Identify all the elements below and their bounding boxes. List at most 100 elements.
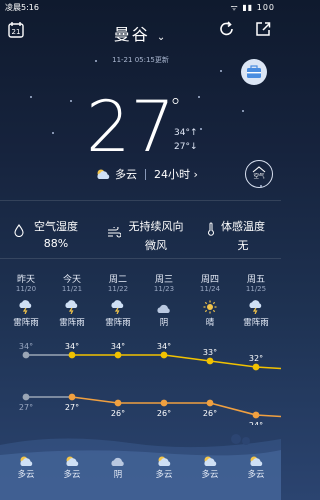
forecast-weather: 雷阵雨 <box>243 318 269 328</box>
high-temp-label: 34° <box>65 342 79 351</box>
travel-tips-button[interactable] <box>241 59 267 85</box>
high-temp-label: 34° <box>19 342 33 351</box>
night-forecast-row: 多云 多云 阴 多云 多云 多云 <box>0 452 281 492</box>
humidity-label: 空气湿度 <box>34 220 78 233</box>
status-indicators: ᯤ ▮▮ 100 <box>230 3 275 12</box>
forecast-weather: 雷阵雨 <box>13 318 39 328</box>
forecast-day-name: 今天 <box>62 275 81 285</box>
partly-cloudy-icon <box>144 452 184 466</box>
low-temp-label: 27° <box>19 403 33 412</box>
night-weather: 多云 <box>17 470 35 480</box>
thunderstorm-icon <box>52 299 92 315</box>
high-temp-label: 33° <box>203 348 217 357</box>
night-forecast: 多云 <box>190 452 230 480</box>
low-temp-point <box>22 393 30 401</box>
overcast-icon <box>98 452 138 466</box>
night-forecast: 多云 <box>52 452 92 480</box>
night-forecast: 多云 <box>6 452 46 480</box>
today-low: 27°↓ <box>174 142 198 152</box>
humidity-drop-icon <box>14 222 24 241</box>
forecast-weather: 阴 <box>159 318 169 328</box>
partly-cloudy-icon <box>236 452 276 466</box>
humidity-value: 88% <box>43 237 69 250</box>
forecast-date: 11/20 <box>15 285 37 293</box>
feels-like-label: 体感温度 <box>221 220 265 233</box>
night-weather: 多云 <box>247 470 265 480</box>
wind-strength: 微风 <box>145 239 167 252</box>
chevron-down-icon: ⌄ <box>156 32 168 43</box>
forecast-day[interactable]: 周五 11/25 雷阵雨 <box>236 272 276 328</box>
forecast-day[interactable]: 昨天 11/20 雷阵雨 <box>6 272 46 328</box>
forecast-row: 昨天 11/20 雷阵雨 今天 11/21 雷阵雨 周二 11/22 雷阵雨 周三 11/23 阴 周四… <box>0 272 281 332</box>
low-temp-label: 26° <box>111 409 125 418</box>
night-weather: 多云 <box>201 470 219 480</box>
feels-like-value: 无 <box>237 239 249 252</box>
partly-cloudy-icon <box>97 169 110 179</box>
sunny-icon <box>190 299 230 314</box>
forecast-date: 11/21 <box>61 285 83 293</box>
thunderstorm-icon <box>6 299 46 315</box>
house-icon <box>252 166 266 173</box>
humidity-info: 空气湿度 88% <box>28 218 84 250</box>
forecast-day-name: 周三 <box>154 275 173 285</box>
forecast-day[interactable]: 周二 11/22 雷阵雨 <box>98 272 138 328</box>
forecast-day[interactable]: 今天 11/21 雷阵雨 <box>52 272 92 328</box>
share-icon[interactable] <box>254 20 272 38</box>
high-temp-label: 34° <box>157 342 171 351</box>
low-temp-point <box>68 393 76 401</box>
low-temp-point <box>114 399 122 407</box>
forecast-date: 11/25 <box>245 285 267 293</box>
partly-cloudy-icon <box>52 452 92 466</box>
low-temp-label: 26° <box>203 409 217 418</box>
top-bar: 21 曼谷 ⌄ <box>0 18 281 46</box>
high-temp-label: 32° <box>249 354 263 363</box>
hourly-button[interactable]: 24小时 › <box>154 166 198 182</box>
thunderstorm-icon <box>236 299 276 315</box>
city-selector[interactable]: 曼谷 ⌄ <box>0 21 281 45</box>
wind-direction: 无持续风向 <box>128 220 184 233</box>
wind-icon <box>107 223 122 242</box>
forecast-date: 11/23 <box>153 285 175 293</box>
forecast-day-name: 周二 <box>108 275 127 285</box>
forecast-day-name: 昨天 <box>16 275 35 285</box>
night-weather: 多云 <box>155 470 173 480</box>
low-temp-point <box>206 399 214 407</box>
overcast-icon <box>144 299 184 313</box>
night-weather: 阴 <box>113 470 123 480</box>
degree-symbol: ° <box>170 95 181 120</box>
forecast-weather: 晴 <box>205 318 215 328</box>
high-temp-point <box>206 357 214 365</box>
forecast-day[interactable]: 周三 11/23 阴 <box>144 272 184 328</box>
status-bar: 凌晨5:16 ᯤ ▮▮ 100 <box>0 0 281 14</box>
high-temp-point <box>252 363 260 371</box>
high-temp-point <box>114 351 122 359</box>
high-temp-label: 34° <box>111 342 125 351</box>
low-temp-point <box>252 411 260 419</box>
temperature-chart: 34°34°34°34°33°32°27°27°26°26°26°24° <box>19 342 281 425</box>
current-condition: 多云 <box>115 168 137 181</box>
forecast-day-name: 周四 <box>200 275 219 285</box>
low-temp-label: 27° <box>65 403 79 412</box>
today-high: 34°↑ <box>174 128 198 138</box>
suitcase-icon <box>247 65 261 78</box>
forecast-date: 11/22 <box>107 285 129 293</box>
low-temp-label: 26° <box>157 409 171 418</box>
high-temp-point <box>22 351 30 359</box>
current-condition-row: 多云 24小时 › <box>95 166 198 182</box>
feels-like-info: 体感温度 无 <box>218 218 268 253</box>
forecast-weather: 雷阵雨 <box>59 318 85 328</box>
wind-info: 无持续风向 微风 <box>123 218 189 253</box>
low-temp-line <box>71 396 281 418</box>
low-temp-point <box>160 399 168 407</box>
thermometer-icon <box>207 221 215 240</box>
update-time: 11-21 05:15更新 <box>112 56 169 64</box>
status-time: 凌晨5:16 <box>5 3 39 12</box>
refresh-icon[interactable] <box>218 20 236 38</box>
forecast-day[interactable]: 周四 11/24 晴 <box>190 272 230 328</box>
air-quality-button[interactable]: 空气 <box>245 160 273 188</box>
night-weather: 多云 <box>63 470 81 480</box>
partly-cloudy-icon <box>6 452 46 466</box>
forecast-weather: 雷阵雨 <box>105 318 131 328</box>
thunderstorm-icon <box>98 299 138 315</box>
night-forecast: 多云 <box>144 452 184 480</box>
